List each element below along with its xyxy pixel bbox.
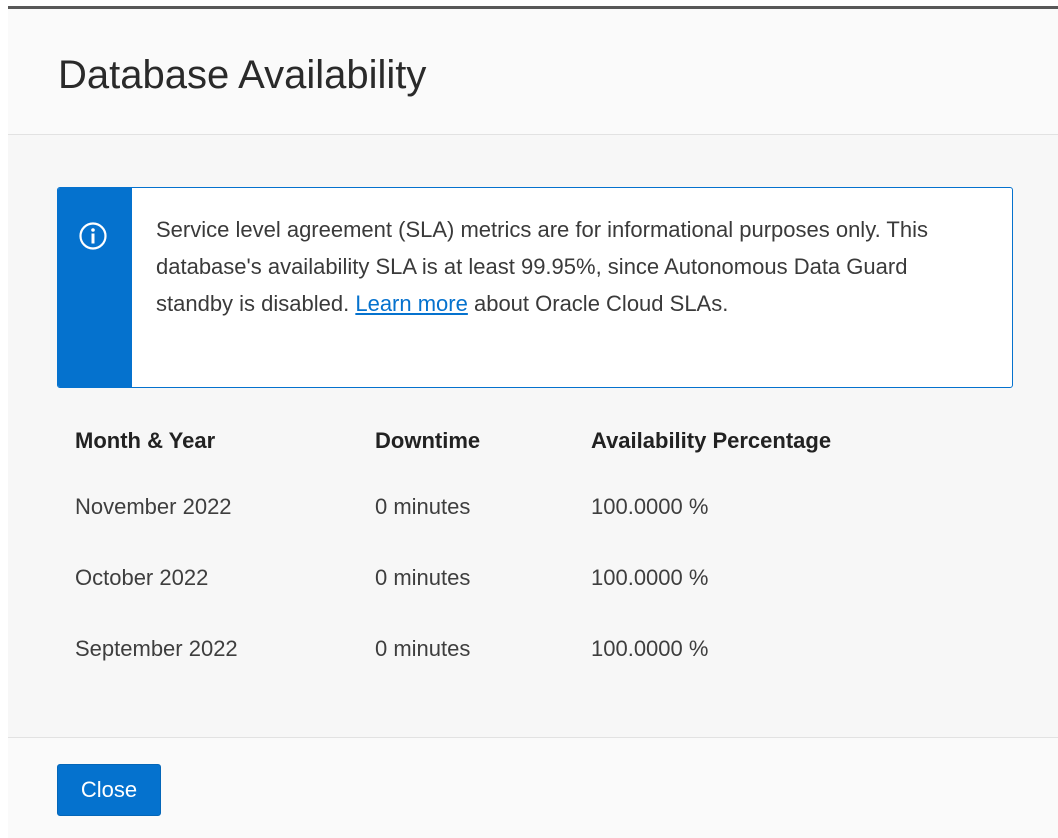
cell-month: September 2022 — [75, 635, 238, 661]
dialog-body: Service level agreement (SLA) metrics ar… — [8, 135, 1058, 737]
availability-table: Month & Year Downtime Availability Perce… — [75, 411, 911, 684]
cell-availability: 100.0000 % — [591, 635, 709, 661]
cell-downtime: 0 minutes — [375, 493, 471, 519]
cell-month: October 2022 — [75, 564, 209, 590]
close-button[interactable]: Close — [57, 764, 161, 816]
table-row: November 2022 0 minutes 100.0000 % — [75, 471, 911, 542]
cell-month: November 2022 — [75, 493, 232, 519]
cell-downtime: 0 minutes — [375, 564, 471, 590]
learn-more-link[interactable]: Learn more — [355, 291, 468, 316]
dialog-footer: Close — [8, 737, 1058, 838]
table-header-row: Month & Year Downtime Availability Perce… — [75, 411, 911, 471]
database-availability-dialog: Database Availability Service level agre… — [8, 6, 1058, 838]
info-banner-stripe — [58, 188, 132, 387]
cell-availability: 100.0000 % — [591, 493, 709, 519]
sla-info-text-end: about Oracle Cloud SLAs. — [467, 291, 729, 316]
cell-downtime: 0 minutes — [375, 635, 471, 661]
column-header-month-year: Month & Year — [75, 428, 216, 453]
dialog-title: Database Availability — [58, 53, 427, 97]
sla-info-banner: Service level agreement (SLA) metrics ar… — [57, 187, 1013, 388]
column-header-availability: Availability Percentage — [591, 428, 832, 453]
dialog-header: Database Availability — [8, 9, 1058, 135]
info-circle-icon — [78, 221, 108, 251]
column-header-downtime: Downtime — [375, 428, 481, 453]
sla-info-message: Service level agreement (SLA) metrics ar… — [156, 211, 976, 322]
table-row: September 2022 0 minutes 100.0000 % — [75, 613, 911, 684]
table-row: October 2022 0 minutes 100.0000 % — [75, 542, 911, 613]
cell-availability: 100.0000 % — [591, 564, 709, 590]
